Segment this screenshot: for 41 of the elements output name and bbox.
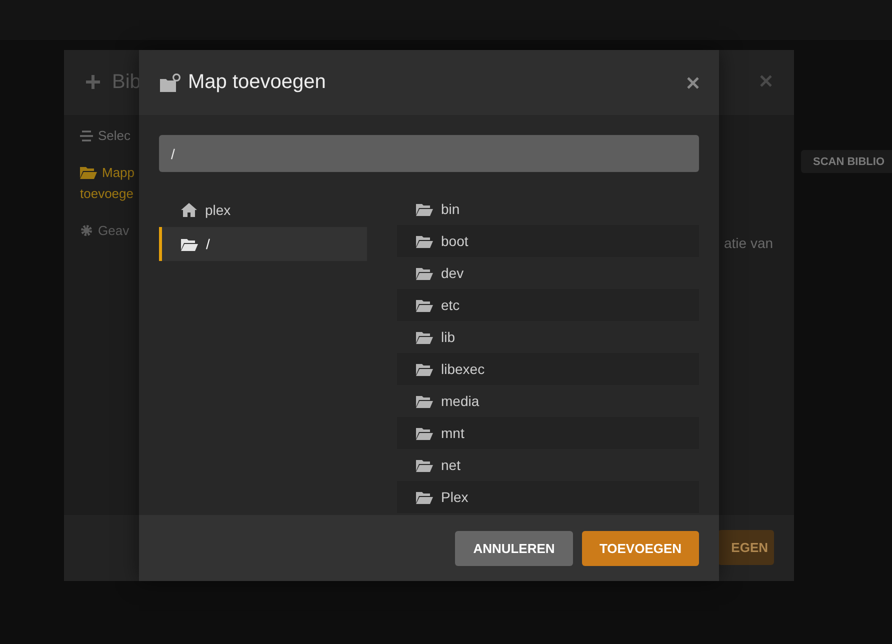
add-button[interactable]: EGEN <box>718 530 774 565</box>
cancel-button[interactable]: ANNULEREN <box>455 530 573 566</box>
folder-icon <box>416 298 433 312</box>
folder-item[interactable]: media <box>397 385 699 417</box>
nav-label: Mapp <box>102 165 135 180</box>
folder-item[interactable]: dev <box>397 257 699 289</box>
nav-item[interactable]: Mapp toevoege <box>80 165 135 201</box>
dialog-title: Map toevoegen <box>188 71 327 94</box>
plus-icon <box>85 74 101 90</box>
path-field[interactable]: / <box>159 135 699 172</box>
folder-icon <box>416 394 433 408</box>
folder-icon <box>416 490 433 504</box>
description-text: atie van <box>724 235 774 251</box>
nav-label: Geav <box>98 223 130 238</box>
folder-item[interactable]: bin <box>397 193 699 225</box>
nav-label: Selec <box>98 128 131 143</box>
folder-icon <box>416 330 433 344</box>
folder-icon <box>416 362 433 376</box>
folder-icon <box>181 238 198 250</box>
place-item[interactable]: / <box>159 227 367 261</box>
folder-icon <box>416 234 433 248</box>
folder-item[interactable]: etc <box>397 289 699 321</box>
gear-icon <box>80 224 93 237</box>
folder-icon <box>416 202 433 216</box>
folder-item[interactable]: net <box>397 449 699 481</box>
folder-item[interactable]: lib <box>397 321 699 353</box>
place-item[interactable]: plex <box>159 193 367 227</box>
folder-icon <box>416 458 433 472</box>
folder-item[interactable]: mnt <box>397 417 699 449</box>
scan-library-button[interactable]: SCAN BIBLIO <box>801 150 892 173</box>
folder-item[interactable]: boot <box>397 225 699 257</box>
folder-item[interactable]: Plex <box>397 481 699 513</box>
home-icon <box>181 203 197 217</box>
nav-label: toevoege <box>80 186 134 201</box>
folder-icon <box>80 166 97 179</box>
folder-item[interactable]: libexec <box>397 353 699 385</box>
folder-icon <box>416 266 433 280</box>
folder-icon <box>416 426 433 440</box>
close-icon[interactable] <box>687 76 699 88</box>
folder-add-icon <box>159 72 181 92</box>
list-icon <box>80 130 93 142</box>
